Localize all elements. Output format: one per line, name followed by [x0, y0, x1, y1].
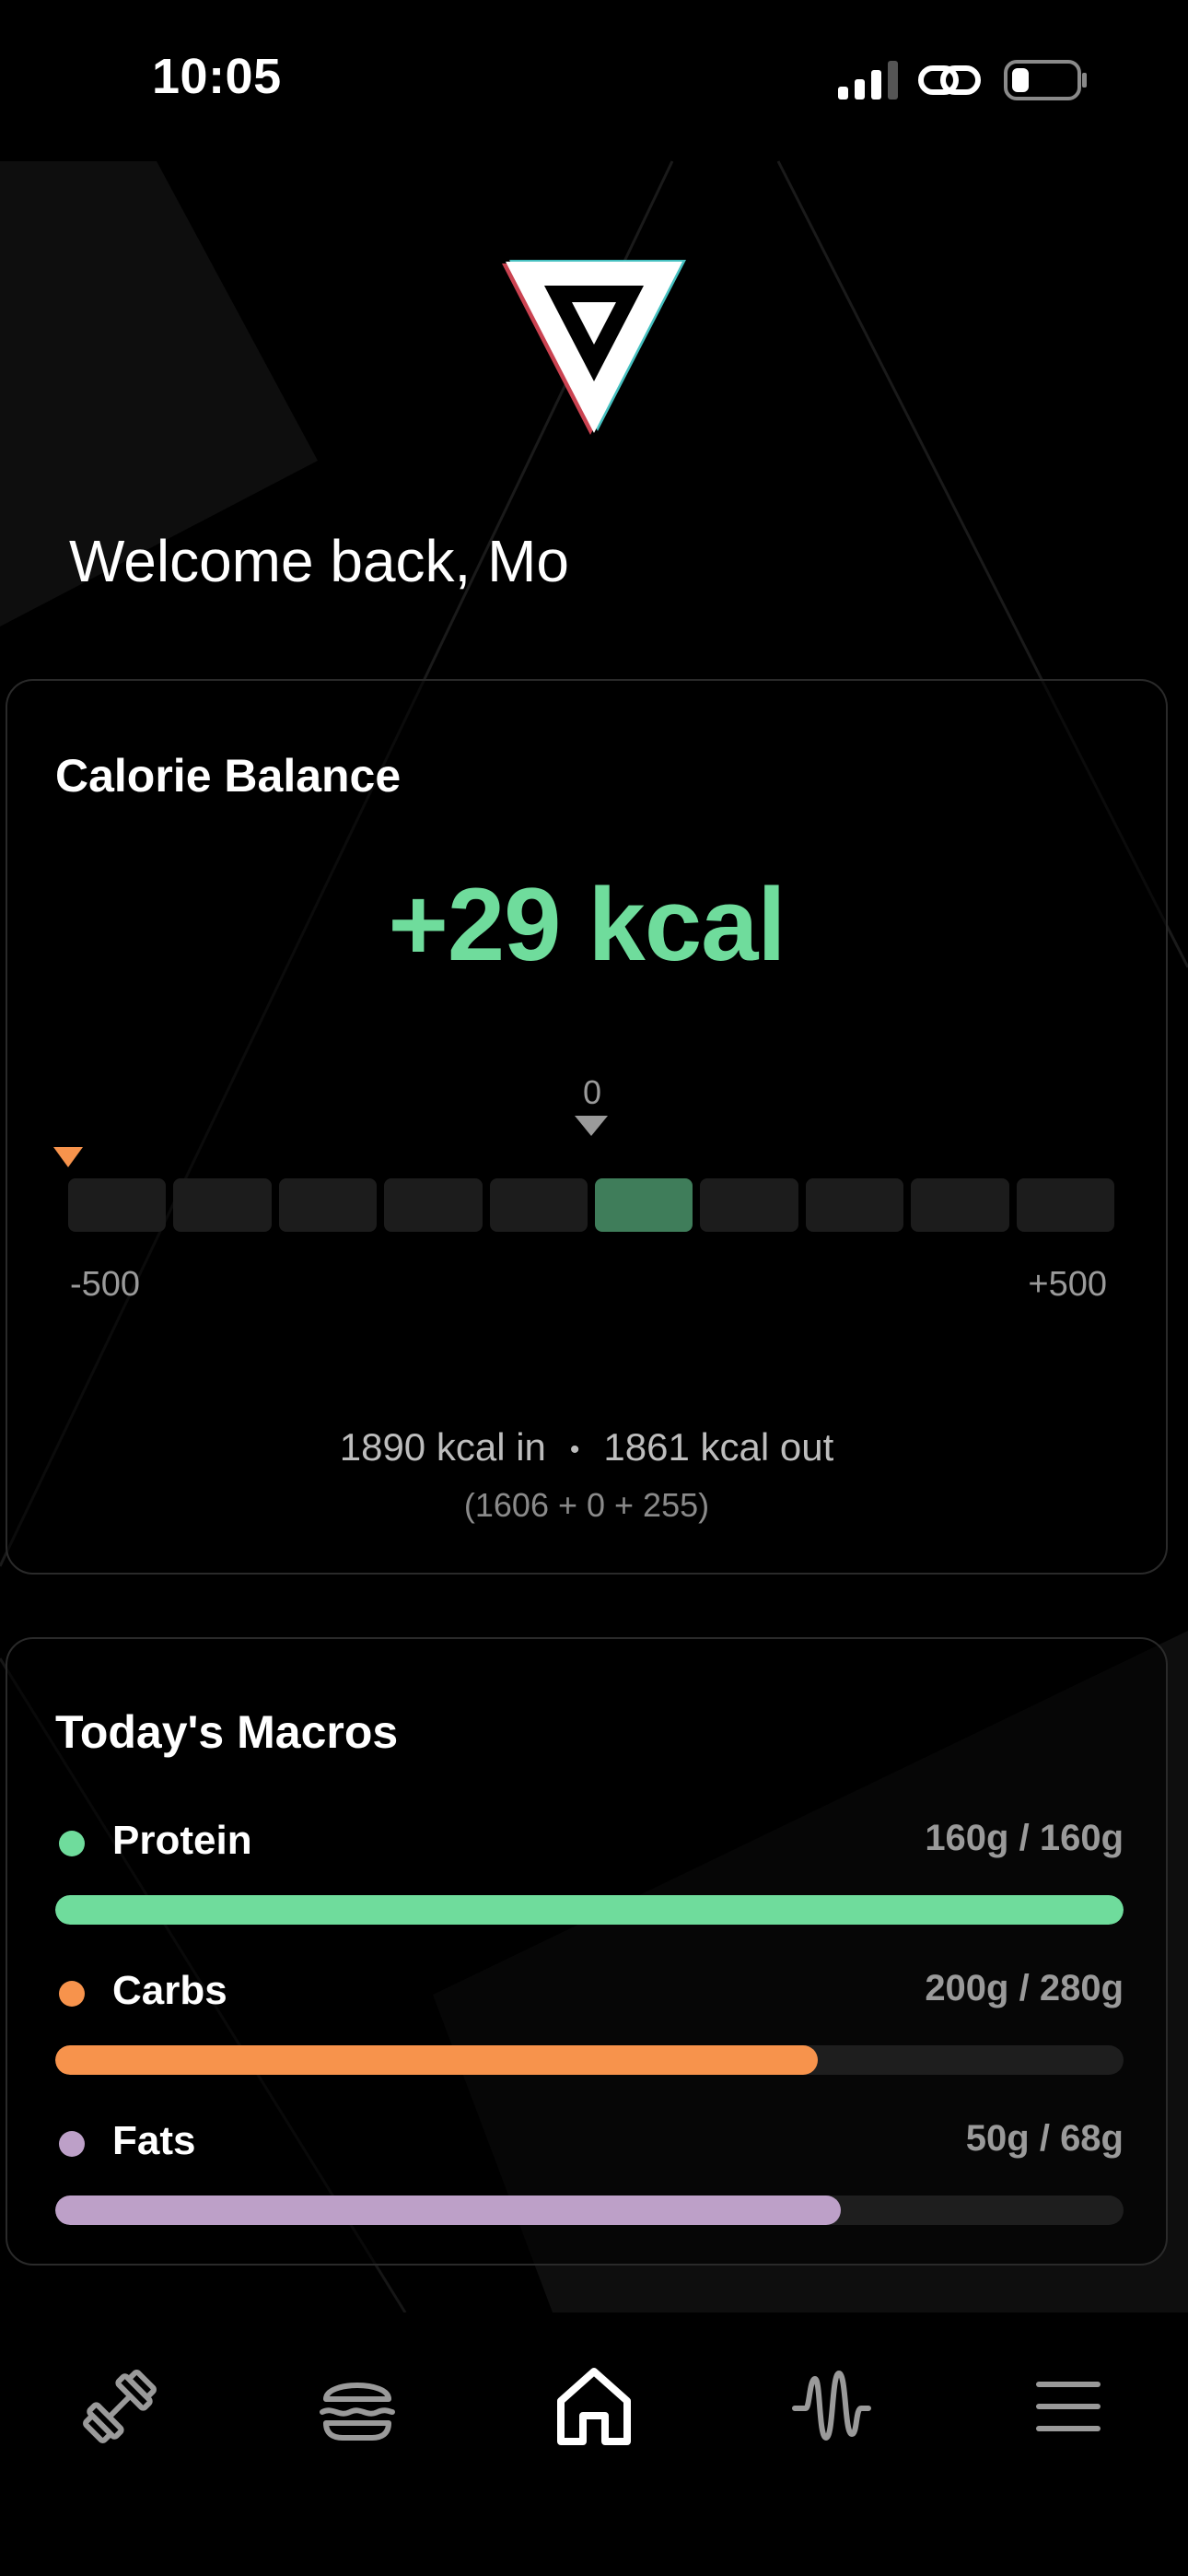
macro-amount: 160g / 160g — [925, 1818, 1124, 1858]
app-logo — [502, 260, 686, 435]
dumbbell-icon — [83, 2370, 157, 2443]
scale-segment — [68, 1178, 167, 1232]
fats-dot-icon — [59, 2131, 85, 2157]
macro-amount: 50g / 68g — [965, 2118, 1124, 2159]
nav-home[interactable] — [548, 2360, 640, 2453]
progress-fill — [55, 1895, 1124, 1925]
macros-card[interactable]: Today's Macros Protein 160g / 160g Carbs… — [6, 1637, 1168, 2266]
progress-track — [55, 2045, 1124, 2075]
protein-dot-icon — [59, 1831, 85, 1856]
activity-icon — [792, 2371, 871, 2441]
kcal-out: 1861 kcal out — [603, 1425, 834, 1469]
zero-label: 0 — [582, 1073, 602, 1111]
scale-min-label: -500 — [70, 1265, 141, 1304]
kcal-breakdown: (1606 + 0 + 255) — [463, 1486, 710, 1524]
home-icon — [557, 2368, 631, 2445]
scale-segment — [278, 1178, 378, 1232]
scale-max-label: +500 — [1028, 1265, 1107, 1304]
calorie-balance-card[interactable]: Calorie Balance +29 kcal 0 -500 +500 189… — [6, 679, 1168, 1575]
scale-segment — [384, 1178, 483, 1232]
scale-segment — [1016, 1178, 1115, 1232]
status-time: 10:05 — [152, 49, 282, 104]
link-icon — [918, 65, 981, 95]
separator-dot: • — [569, 1434, 580, 1465]
card-title: Today's Macros — [55, 1706, 399, 1758]
macro-name: Carbs — [112, 1968, 227, 2013]
progress-track — [55, 2195, 1124, 2225]
burger-icon — [320, 2383, 395, 2441]
card-title: Calorie Balance — [55, 750, 402, 802]
nav-nutrition[interactable] — [311, 2360, 403, 2453]
scale-segment — [489, 1178, 588, 1232]
kcal-summary: 1890 kcal in • 1861 kcal out — [7, 1425, 1166, 1469]
battery-icon — [1004, 60, 1087, 100]
progress-fill — [55, 2045, 819, 2075]
nav-menu[interactable] — [1022, 2360, 1114, 2453]
progress-track — [55, 1895, 1124, 1925]
menu-icon — [1036, 2382, 1101, 2431]
scale-segment — [805, 1178, 904, 1232]
kcal-in: 1890 kcal in — [339, 1425, 546, 1469]
scale-segment-active — [595, 1178, 693, 1232]
current-value-marker-icon — [53, 1147, 83, 1167]
scale-segment — [700, 1178, 798, 1232]
macro-row-protein: Protein 160g / 160g — [55, 1818, 1124, 1928]
scale-segment — [173, 1178, 272, 1232]
scale-segment — [911, 1178, 1009, 1232]
balance-scale — [68, 1178, 1115, 1232]
macro-name: Protein — [112, 1818, 252, 1863]
bottom-nav — [0, 2313, 1188, 2576]
signal-icon — [838, 61, 898, 100]
macro-row-fats: Fats 50g / 68g — [55, 2118, 1124, 2229]
calorie-balance-value: +29 kcal — [388, 867, 786, 982]
progress-fill — [55, 2195, 841, 2225]
status-bar: 10:05 — [0, 0, 1188, 157]
zero-marker-icon — [575, 1116, 608, 1136]
welcome-heading: Welcome back, Mo — [69, 528, 569, 594]
nav-workouts[interactable] — [74, 2360, 166, 2453]
carbs-dot-icon — [59, 1981, 85, 2007]
app-screen: 10:05 Welcome back, Mo Calorie Balance +… — [0, 0, 1188, 2576]
macro-amount: 200g / 280g — [925, 1968, 1124, 2008]
macro-name: Fats — [112, 2118, 196, 2163]
nav-activity[interactable] — [786, 2360, 878, 2453]
macro-row-carbs: Carbs 200g / 280g — [55, 1968, 1124, 2078]
